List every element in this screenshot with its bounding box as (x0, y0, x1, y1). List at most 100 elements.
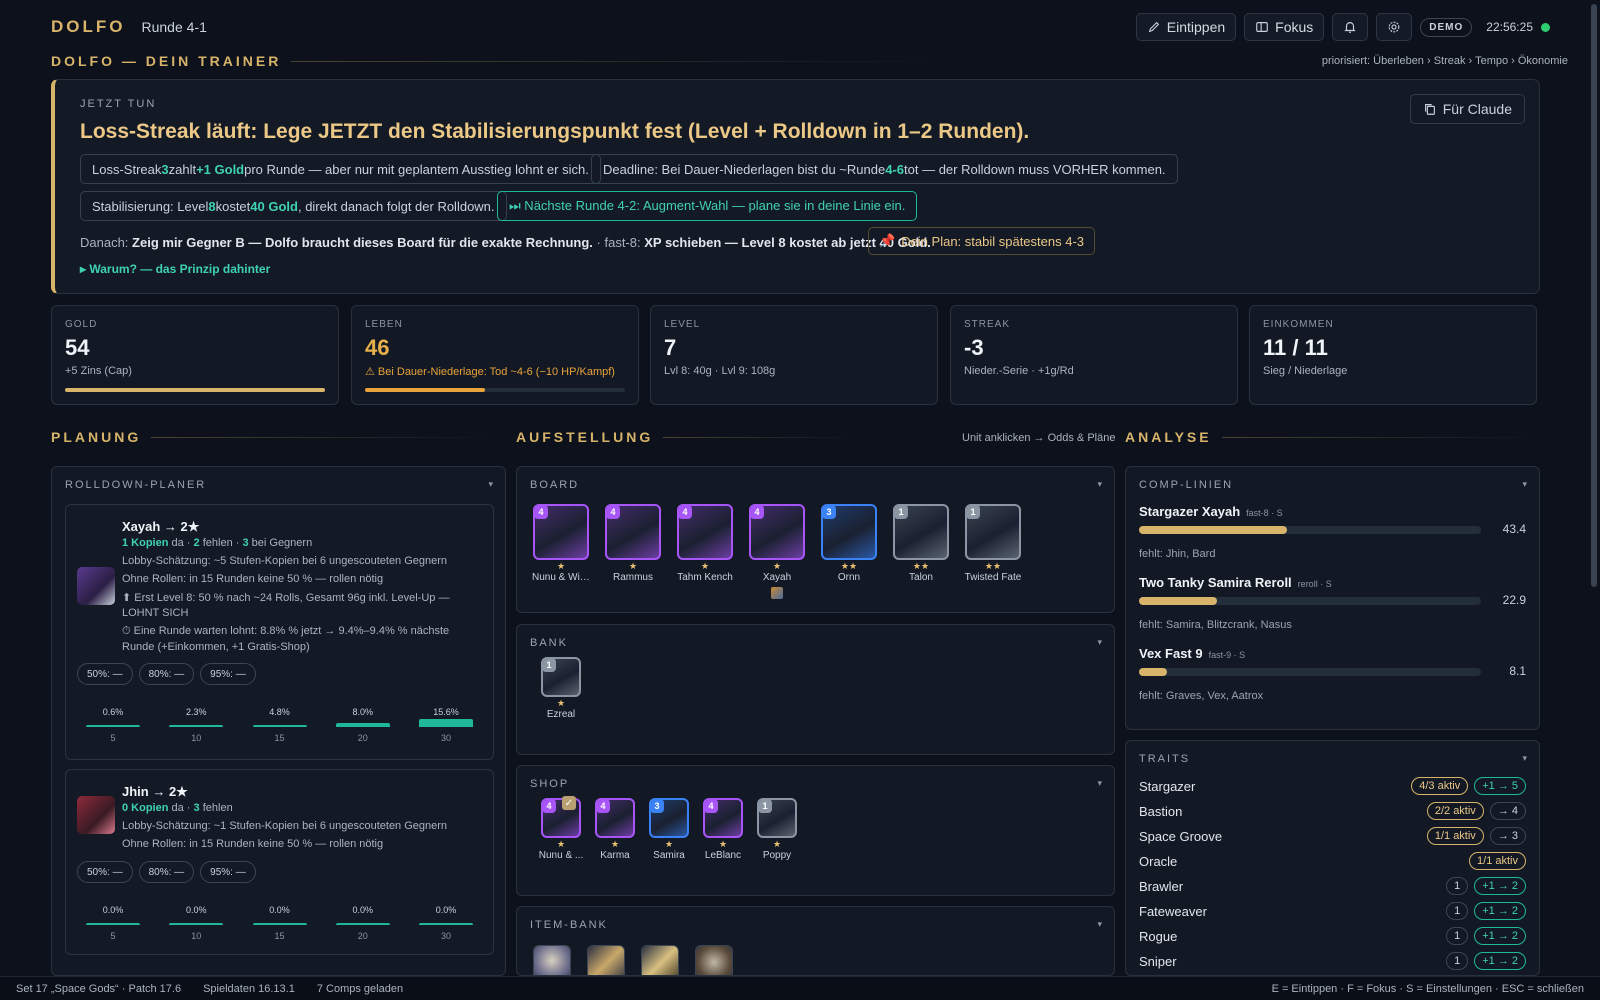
eintippen-button[interactable]: Eintippen (1135, 13, 1237, 41)
clock: 22:56:25 (1486, 20, 1533, 34)
chip-text: kostet (215, 198, 251, 214)
threshold-80[interactable]: 80%: — (138, 861, 195, 883)
copies-sep: da · (168, 802, 194, 814)
trait-row[interactable]: Oracle 1/1 aktiv (1139, 851, 1526, 871)
rolldown-card-xayah[interactable]: Xayah → 2★ 1 Kopien da · 2 fehlen · 3 be… (65, 504, 494, 760)
unit-karma[interactable]: 4 ★ Karma (586, 798, 644, 861)
trait-row[interactable]: Sniper 1 +1 → 2 (1139, 951, 1526, 971)
trait-name: Sniper (1139, 953, 1177, 969)
stat-label: GOLD (65, 319, 98, 330)
item-slot[interactable] (695, 945, 733, 975)
planung-header: PLANUNG (51, 429, 501, 445)
item-slot[interactable] (587, 945, 625, 975)
star-level: ★ (772, 839, 782, 849)
unit-name: Xayah (762, 572, 792, 583)
cost-badge: 4 (607, 506, 620, 519)
threshold-50[interactable]: 50%: — (77, 861, 133, 883)
trait-count: 1/1 aktiv (1426, 827, 1484, 845)
trait-row[interactable]: Stargazer 4/3 aktiv +1 → 5 (1139, 776, 1526, 796)
collapse-icon[interactable]: ▾ (1097, 919, 1102, 930)
trait-row[interactable]: Bastion 2/2 aktiv → 4 (1139, 801, 1526, 821)
collapse-icon[interactable]: ▾ (1097, 778, 1102, 789)
comp-score-fill (1139, 526, 1288, 534)
plan-badge[interactable]: 📌 Dein Plan: stabil spätestens 4-3 (868, 227, 1096, 255)
histogram-value: 0.0% (102, 905, 124, 915)
unit-rammus[interactable]: 4 ★ Rammus (604, 504, 662, 583)
scrollbar[interactable] (1591, 4, 1597, 587)
unit-ornn[interactable]: 3 ★★ Ornn (820, 504, 878, 583)
unit-talon[interactable]: 1 ★★ Talon (892, 504, 950, 583)
cost-badge: 4 (597, 800, 610, 813)
unit-ezreal[interactable]: 1 ★ Ezreal (532, 657, 590, 720)
unit-leblanc[interactable]: 4 ★ LeBlanc (694, 798, 752, 861)
champion-portrait: 4 (703, 798, 743, 838)
item-slot[interactable] (641, 945, 679, 975)
data-version: Spieldaten 16.13.1 (203, 982, 295, 995)
histogram-bar: 8.0% 20 (335, 701, 390, 743)
stat-level: LEVEL 7 Lvl 8: 40g · Lvl 9: 108g (650, 305, 938, 405)
why-toggle[interactable]: ▸ Warum? — das Prinzip dahinter (80, 262, 270, 276)
comp-line[interactable]: Vex Fast 9 fast-9 · S 8.1 fehlt: Graves, Ve… (1139, 646, 1526, 708)
comp-line[interactable]: Two Tanky Samira Reroll reroll · S 22.9 feh… (1139, 575, 1526, 637)
aufstellung-header: AUFSTELLUNG (516, 429, 856, 445)
comp-line[interactable]: Stargazer Xayah fast-8 · S 43.4 fehlt: Jhin… (1139, 504, 1526, 566)
stat-value: 7 (664, 335, 677, 360)
unit-xayah[interactable]: 4 ★ Xayah (748, 504, 806, 583)
stat-sub: +5 Zins (Cap) (65, 365, 132, 377)
unit-twisted-fate[interactable]: 1 ★★ Twisted Fate (964, 504, 1022, 583)
trait-count: 1 (1446, 902, 1469, 920)
bank-panel: BANK ▾ 1 ★ Ezreal (516, 624, 1115, 755)
wait-advice-detail: Runde (+Einkommen, +1 Gratis-Shop) (122, 641, 310, 653)
trait-row[interactable]: Brawler 1 +1 → 2 (1139, 876, 1526, 896)
rolldown-card-jhin[interactable]: Jhin → 2★ 0 Kopien da · 3 fehlen Lobby-S… (65, 769, 494, 955)
threshold-95[interactable]: 95%: — (200, 663, 256, 685)
collapse-icon[interactable]: ▾ (488, 479, 493, 490)
threshold-50[interactable]: 50%: — (77, 663, 133, 685)
hp-bar-fill (365, 388, 485, 392)
trait-row[interactable]: Rogue 1 +1 → 2 (1139, 926, 1526, 946)
stat-value: 46 (365, 335, 390, 360)
histogram-fill (335, 723, 390, 727)
champion-portrait: 4 (595, 798, 635, 838)
unit-poppy[interactable]: 1 ★ Poppy (748, 798, 806, 861)
threshold-95[interactable]: 95%: — (200, 861, 256, 883)
fokus-label: Fokus (1275, 19, 1314, 35)
chip-text: tot — der Rolldown muss VORHER kommen. (904, 161, 1166, 177)
star-level: ★ (628, 561, 638, 571)
collapse-icon[interactable]: ▾ (1097, 479, 1102, 490)
stat-sub: Sieg / Niederlage (1263, 365, 1348, 377)
unit-samira[interactable]: 3 ★ Samira (640, 798, 698, 861)
hint-chip-augment[interactable]: ⏭ Nächste Runde 4-2: Augment-Wahl — plan… (497, 191, 918, 221)
next-steps: Danach: Zeig mir Gegner B — Dolfo brauch… (80, 235, 931, 250)
notifications-button[interactable] (1332, 13, 1369, 41)
settings-button[interactable] (1376, 13, 1413, 41)
trait-name: Stargazer (1139, 778, 1196, 794)
chip-text: Deadline: Bei Dauer-Niederlagen bist du … (603, 161, 886, 177)
unit-tahm-kench[interactable]: 4 ★ Tahm Kench (676, 504, 734, 583)
trait-row[interactable]: Fateweaver 1 +1 → 2 (1139, 901, 1526, 921)
roll-odds-histogram: 0.6% 5 2.3% 10 4.8% 15 8.0% 20 15.6% 30 (86, 701, 473, 743)
copy-for-claude-button[interactable]: Für Claude (1409, 94, 1525, 124)
collapse-icon[interactable]: ▾ (1522, 479, 1527, 490)
stat-gold: GOLD 54 +5 Zins (Cap) (51, 305, 339, 405)
collapse-icon[interactable]: ▾ (1097, 637, 1102, 648)
item-slot[interactable] (533, 945, 571, 975)
trait-name: Oracle (1139, 853, 1178, 869)
champion-portrait: 4 (605, 504, 661, 560)
chip-text: pro Runde — aber nur mit geplantem Ausst… (244, 161, 589, 177)
collapse-icon[interactable]: ▾ (1522, 753, 1527, 764)
unit-nunu-[interactable]: 4 ★ Nunu & ... (532, 798, 590, 861)
chip-text: zahlt (168, 161, 197, 177)
unit-nunu-will-[interactable]: 4 ★ Nunu & Will... (532, 504, 590, 583)
trait-next: → 4 (1489, 802, 1526, 820)
status-dot (1541, 22, 1550, 32)
fokus-button[interactable]: Fokus (1244, 13, 1325, 41)
histogram-value: 0.0% (185, 905, 207, 915)
action-card: JETZT TUN Loss-Streak läuft: Lege JETZT … (51, 79, 1540, 294)
copies-sep: fehlen · (199, 537, 243, 549)
trait-badges: 2/2 aktiv → 4 (1426, 802, 1526, 820)
trait-count: 1 (1446, 927, 1469, 945)
threshold-80[interactable]: 80%: — (138, 663, 195, 685)
trait-row[interactable]: Space Groove 1/1 aktiv → 3 (1139, 826, 1526, 846)
next-steps-opponent: Zeig mir Gegner B — Dolfo braucht dieses… (132, 235, 593, 250)
